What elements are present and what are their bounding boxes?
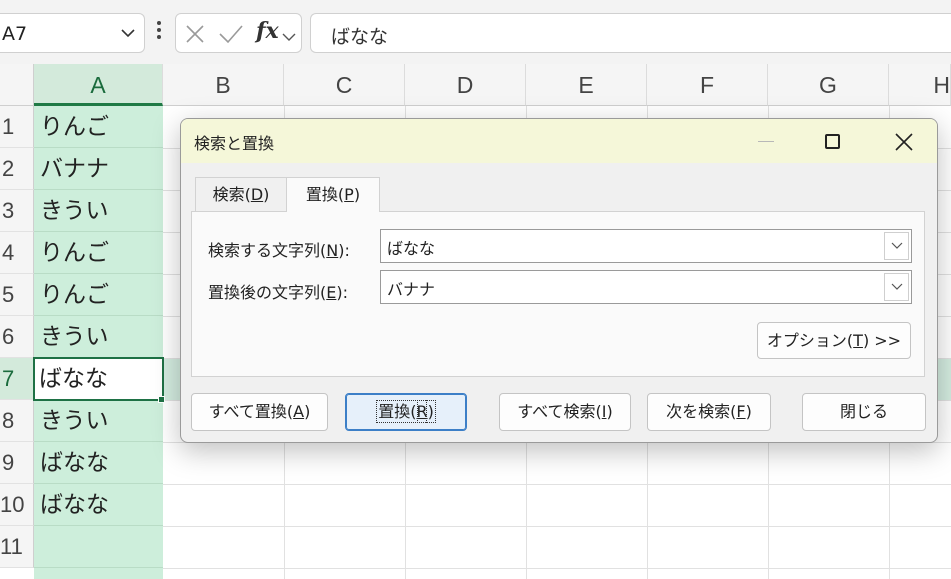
formula-input[interactable]: ばなな bbox=[310, 13, 951, 53]
row-header-active[interactable]: 7 bbox=[0, 358, 34, 400]
column-header-a[interactable]: A bbox=[34, 64, 163, 106]
formula-bar: A7 fx ばなな bbox=[0, 0, 951, 64]
formula-buttons: fx bbox=[175, 13, 302, 53]
dialog-title: 検索と置換 bbox=[194, 134, 275, 153]
find-all-button[interactable]: すべて検索(I) bbox=[499, 393, 631, 431]
cell-a10[interactable]: ばなな bbox=[34, 484, 163, 526]
tab-replace[interactable]: 置換(P) bbox=[286, 177, 380, 212]
chevron-down-icon[interactable] bbox=[120, 25, 136, 45]
name-box[interactable]: A7 bbox=[0, 13, 145, 53]
cell-a11[interactable] bbox=[34, 526, 163, 568]
select-all-corner[interactable] bbox=[0, 64, 34, 106]
grid-line bbox=[163, 568, 951, 569]
find-label: 検索する文字列(N): bbox=[208, 241, 350, 260]
find-dropdown[interactable] bbox=[884, 232, 909, 260]
cell-a7-value: ばなな bbox=[39, 366, 108, 392]
row-header[interactable]: 8 bbox=[0, 400, 34, 442]
row-header[interactable]: 1 bbox=[0, 106, 34, 148]
cell-a5[interactable]: りんご bbox=[34, 274, 163, 316]
check-icon[interactable] bbox=[218, 23, 244, 49]
row-header[interactable]: 10 bbox=[0, 484, 34, 526]
formula-value: ばなな bbox=[331, 26, 389, 48]
find-replace-dialog: 検索と置換 検索(D) 置換(P) 検索する文字列(N): ばなな 置換後の文字… bbox=[180, 118, 938, 443]
replace-all-button[interactable]: すべて置換(A) bbox=[191, 393, 328, 431]
cell-a2[interactable]: バナナ bbox=[34, 148, 163, 190]
row-header[interactable]: 2 bbox=[0, 148, 34, 190]
cell-a8[interactable]: きうい bbox=[34, 400, 163, 442]
function-icon[interactable]: fx bbox=[256, 18, 279, 44]
replace-dropdown[interactable] bbox=[884, 273, 909, 301]
column-header-d[interactable]: D bbox=[405, 64, 526, 106]
column-header-g[interactable]: G bbox=[768, 64, 889, 106]
cancel-x-icon[interactable] bbox=[184, 23, 206, 49]
row-header[interactable]: 5 bbox=[0, 274, 34, 316]
cell-a9[interactable]: ばなな bbox=[34, 442, 163, 484]
column-header-b[interactable]: B bbox=[163, 64, 284, 106]
row-header[interactable]: 6 bbox=[0, 316, 34, 358]
cell-a4[interactable]: りんご bbox=[34, 232, 163, 274]
more-vertical-icon[interactable] bbox=[154, 21, 164, 45]
options-button[interactable]: オプション(T) >> bbox=[757, 322, 911, 359]
column-header-h[interactable]: H bbox=[889, 64, 951, 106]
dialog-titlebar[interactable]: 検索と置換 bbox=[181, 119, 937, 163]
maximize-icon[interactable] bbox=[811, 127, 857, 157]
replace-tab-panel: 検索する文字列(N): ばなな 置換後の文字列(E): バナナ オプション(T)… bbox=[191, 211, 925, 377]
grid-line bbox=[163, 526, 951, 527]
cell-a1[interactable]: りんご bbox=[34, 106, 163, 148]
row-header[interactable]: 3 bbox=[0, 190, 34, 232]
row-header[interactable]: 9 bbox=[0, 442, 34, 484]
find-next-button[interactable]: 次を検索(F) bbox=[647, 393, 771, 431]
minimize-icon bbox=[744, 127, 790, 157]
row-header[interactable]: 11 bbox=[0, 526, 34, 568]
active-cell-a7[interactable]: ばなな bbox=[33, 357, 164, 401]
replace-button[interactable]: 置換(R) bbox=[345, 393, 467, 431]
find-input[interactable]: ばなな bbox=[380, 229, 912, 263]
column-header-f[interactable]: F bbox=[647, 64, 768, 106]
tab-find[interactable]: 検索(D) bbox=[195, 177, 287, 211]
chevron-down-icon[interactable] bbox=[282, 28, 296, 47]
row-header[interactable]: 4 bbox=[0, 232, 34, 274]
grid-line bbox=[163, 484, 951, 485]
find-value: ばなな bbox=[387, 239, 436, 258]
column-header-c[interactable]: C bbox=[284, 64, 405, 106]
close-button[interactable]: 閉じる bbox=[802, 393, 926, 431]
replace-input[interactable]: バナナ bbox=[380, 270, 912, 304]
cell-a3[interactable]: きうい bbox=[34, 190, 163, 232]
name-box-value: A7 bbox=[2, 23, 28, 45]
replace-label: 置換後の文字列(E): bbox=[208, 283, 348, 302]
column-header-e[interactable]: E bbox=[526, 64, 647, 106]
cell-a6[interactable]: きうい bbox=[34, 316, 163, 358]
close-icon[interactable] bbox=[881, 127, 927, 157]
replace-value: バナナ bbox=[387, 280, 436, 299]
